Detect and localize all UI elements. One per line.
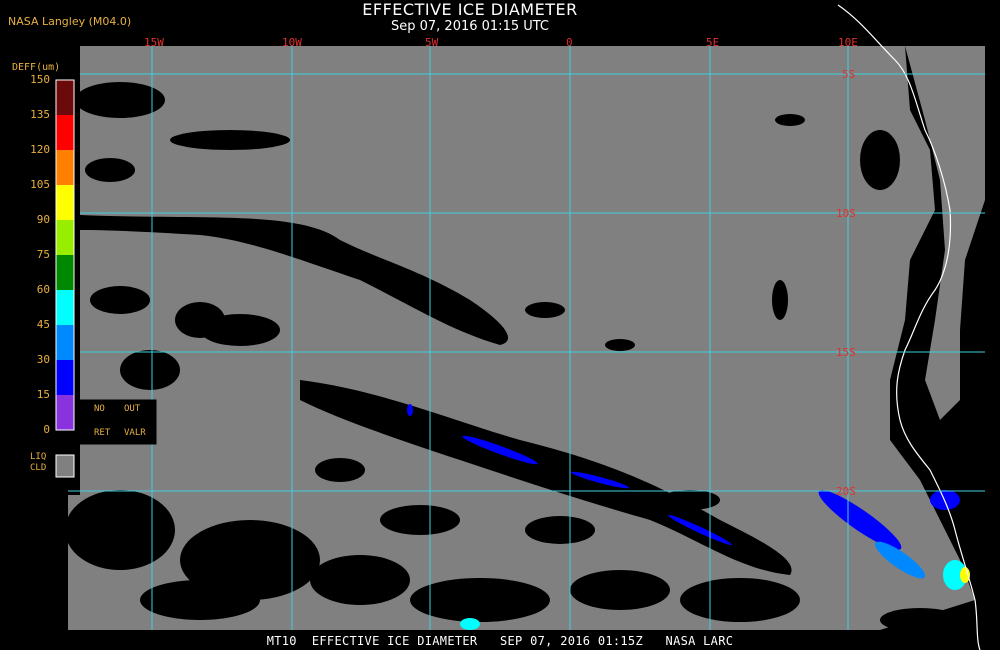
out-label: OUT [124, 404, 141, 414]
legend-ticks: 150 135 120 105 90 75 60 45 30 15 0 [0, 0, 60, 650]
lat-label-15s: 15S [836, 346, 856, 359]
lon-label-10w: 10W [282, 36, 302, 49]
ret-label: RET [94, 428, 111, 438]
colorbar-tick-label: 120 [30, 143, 50, 156]
colorbar-tick-label: 75 [36, 248, 50, 261]
colorbar-tick-label: 90 [36, 213, 50, 226]
page-title: EFFECTIVE ICE DIAMETER [362, 0, 578, 19]
lon-label-5e: 5E [706, 36, 720, 49]
page-subtitle: Sep 07, 2016 01:15 UTC [390, 19, 550, 34]
lat-label-10s: 10S [836, 207, 856, 220]
colorbar-tick-label: 60 [36, 283, 50, 296]
colorbar-tick-label: 105 [30, 178, 50, 191]
lon-label-15w: 15W [144, 36, 164, 49]
liq-label: LIQ [30, 452, 47, 462]
cld-label: CLD [30, 463, 47, 473]
map-canvas [55, 4, 985, 650]
colorbar-tick-label: 30 [36, 353, 50, 366]
colorbar-tick-label: 15 [36, 388, 50, 401]
colorbar-tick-label: 45 [36, 318, 50, 331]
valr-label: VALR [124, 428, 146, 438]
footer-caption: MT10 EFFECTIVE ICE DIAMETER SEP 07, 2016… [266, 634, 734, 648]
lat-label-5s: 5S [842, 68, 856, 81]
liq-cld-label: LIQ CLD [30, 452, 46, 474]
no-label: NO [94, 404, 105, 414]
colorbar-tick-label: 150 [30, 73, 50, 86]
colorbar-tick-label: 135 [30, 108, 50, 121]
lon-label-0: 0 [566, 36, 573, 49]
lat-label-20s: 20S [836, 485, 856, 498]
lon-label-5w: 5W [425, 36, 439, 49]
lon-label-10e: 10E [838, 36, 858, 49]
colorbar-tick-label: 0 [43, 423, 50, 436]
